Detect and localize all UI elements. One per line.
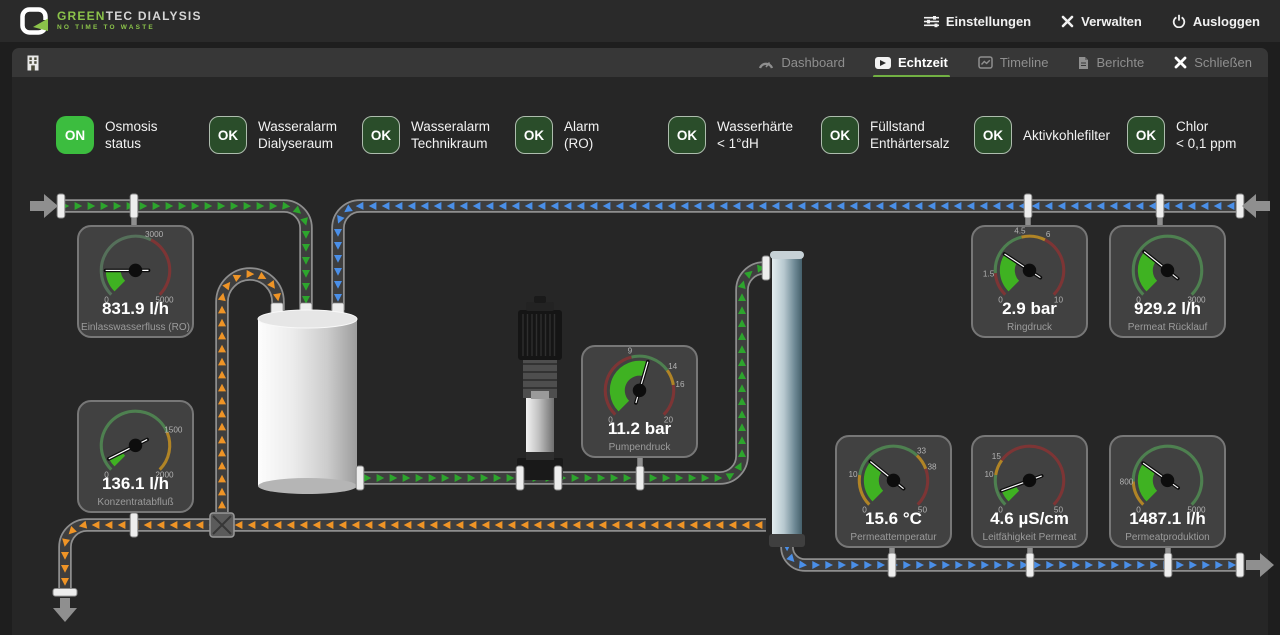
svg-text:3000: 3000 <box>145 230 164 239</box>
status-label: Wasseralarm Technikraum <box>411 118 490 152</box>
gauge-einlasswasserfluss: 030005000831.9 l/h Einlasswasserfluss (RO… <box>77 225 194 338</box>
status-badge: OK <box>1127 116 1165 154</box>
gauge-value: 11.2 bar <box>583 419 696 439</box>
gauge-permeattemperatur: 01033385015.6 °CPermeattemperatur <box>835 435 952 548</box>
status-badge: OK <box>974 116 1012 154</box>
gauge-konzentratabfluss: 015002000136.1 l/h Konzentratabfluß <box>77 400 194 513</box>
gauge-dial: 010333850 <box>837 437 950 546</box>
svg-text:38: 38 <box>928 462 938 471</box>
status-indicator: ON Osmosis status <box>56 116 209 154</box>
gauge-value: 929.2 l/h <box>1111 299 1224 319</box>
status-indicator: OK Füllstand Enthärtersalz <box>821 116 974 154</box>
gauge-dial: 030005000 <box>79 227 192 336</box>
gauge-label: Leitfähigkeit Permeat <box>973 532 1086 543</box>
gauge-value: 1487.1 l/h <box>1111 509 1224 529</box>
status-indicator: OK Wasseralarm Technikraum <box>362 116 515 154</box>
gauge-label: Pumpendruck <box>583 442 696 453</box>
svg-text:1500: 1500 <box>164 426 183 435</box>
status-label: Füllstand Enthärtersalz <box>870 118 950 152</box>
status-indicator: OK Alarm (RO) <box>515 116 668 154</box>
svg-text:15: 15 <box>992 452 1002 461</box>
gauge-value: 2.9 bar <box>973 299 1086 319</box>
svg-text:10: 10 <box>848 470 858 479</box>
status-label: Wasseralarm Dialyseraum <box>258 118 337 152</box>
gauge-value: 4.6 µS/cm <box>973 509 1086 529</box>
status-indicator: OK Wasseralarm Dialyseraum <box>209 116 362 154</box>
gauge-dial: 015002000 <box>79 402 192 511</box>
gauge-value: 15.6 °C <box>837 509 950 529</box>
svg-text:4.5: 4.5 <box>1014 227 1026 235</box>
gauge-dial: 03000 <box>1111 227 1224 336</box>
status-indicator: OK Aktivkohlefilter <box>974 116 1127 154</box>
status-label: Alarm (RO) <box>564 118 599 152</box>
svg-text:16: 16 <box>675 380 685 389</box>
gauge-dial: 01.54.5610 <box>973 227 1086 336</box>
svg-text:14: 14 <box>668 362 678 371</box>
status-badge: OK <box>821 116 859 154</box>
gauge-leitfaehigkeit-permeat: 01015504.6 µS/cmLeitfähigkeit Permeat <box>971 435 1088 548</box>
status-label: Wasserhärte < 1°dH <box>717 118 793 152</box>
svg-text:1.5: 1.5 <box>983 270 995 279</box>
gauge-pumpendruck: 0914162011.2 barPumpendruck <box>581 345 698 458</box>
gauge-label: Konzentratabfluß <box>79 497 192 508</box>
status-label: Aktivkohlefilter <box>1023 127 1110 144</box>
status-label: Chlor < 0,1 ppm <box>1176 118 1236 152</box>
scada-app: { "header": { "brand": { "text_primary":… <box>0 0 1280 635</box>
status-indicator: OK Wasserhärte < 1°dH <box>668 116 821 154</box>
gauge-label: Permeat Rücklauf <box>1111 322 1224 333</box>
gauge-dial: 08005000 <box>1111 437 1224 546</box>
status-badge: OK <box>362 116 400 154</box>
svg-text:33: 33 <box>917 446 927 455</box>
gauge-label: Einlasswasserfluss (RO) <box>79 322 192 333</box>
status-label: Osmosis status <box>105 118 158 152</box>
status-badge: OK <box>668 116 706 154</box>
svg-text:9: 9 <box>628 347 633 355</box>
status-badge: OK <box>209 116 247 154</box>
gauge-value: 136.1 l/h <box>79 474 192 494</box>
status-badge: ON <box>56 116 94 154</box>
gauge-dial: 0101550 <box>973 437 1086 546</box>
status-badge: OK <box>515 116 553 154</box>
status-indicator-row: ON Osmosis status OK Wasseralarm Dialyserau… <box>56 116 1280 154</box>
status-indicator: OK Chlor < 0,1 ppm <box>1127 116 1280 154</box>
gauge-label: Permeattemperatur <box>837 532 950 543</box>
svg-text:800: 800 <box>1120 478 1134 487</box>
gauge-permeat-ruecklauf: 03000929.2 l/h Permeat Rücklauf <box>1109 225 1226 338</box>
svg-text:6: 6 <box>1046 230 1051 239</box>
gauge-ringdruck: 01.54.56102.9 barRingdruck <box>971 225 1088 338</box>
gauge-dial: 09141620 <box>583 347 696 456</box>
gauge-permeatproduktion: 080050001487.1 l/h Permeatproduktion <box>1109 435 1226 548</box>
gauge-label: Ringdruck <box>973 322 1086 333</box>
svg-text:10: 10 <box>984 470 994 479</box>
gauge-label: Permeatproduktion <box>1111 532 1224 543</box>
gauge-value: 831.9 l/h <box>79 299 192 319</box>
